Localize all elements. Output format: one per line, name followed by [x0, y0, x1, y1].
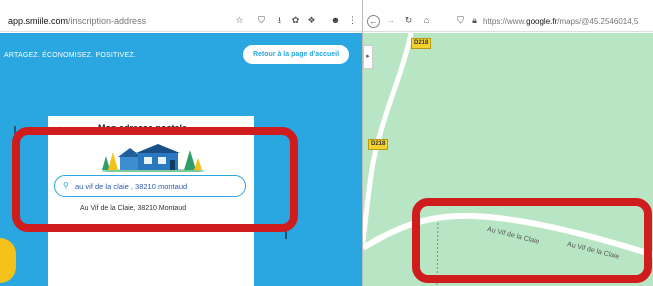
- menu-icon[interactable]: ⋮: [347, 15, 358, 26]
- account-icon[interactable]: ☻: [330, 15, 341, 26]
- url-host: app.smiile.com: [8, 16, 69, 26]
- url-host: google.fr: [526, 17, 558, 26]
- home-button[interactable]: Retour à la page d'accueil: [243, 45, 349, 64]
- star-icon[interactable]: ☆: [234, 15, 245, 26]
- back-icon[interactable]: ←: [367, 15, 380, 28]
- download-icon[interactable]: ⭳: [274, 15, 285, 26]
- route-badge: D218: [411, 38, 432, 49]
- url-path: /maps/@45.2546014,5: [557, 17, 639, 26]
- extension-icon[interactable]: ❖: [306, 15, 317, 26]
- collapse-panel-button[interactable]: ▸: [363, 45, 373, 69]
- highlight-box: [12, 127, 298, 232]
- url-text[interactable]: https://www.google.fr/maps/@45.2546014,5: [483, 17, 638, 26]
- lock-icon: 🔒︎: [472, 15, 477, 25]
- shield-icon[interactable]: ⛉: [455, 15, 466, 26]
- url-path: /inscription-address: [68, 16, 147, 26]
- url-text[interactable]: app.smiile.com/inscription-address: [8, 16, 146, 26]
- shield-icon[interactable]: ⛉: [256, 15, 267, 26]
- browser-toolbar: ← → ↻ ⌂ ⛉ 🔒︎ https://www.google.fr/maps/…: [363, 12, 653, 32]
- decorative-blob: [0, 238, 16, 283]
- url-prefix: https://www.: [483, 17, 527, 26]
- tagline: ARTAGEZ. ÉCONOMISEZ. POSITIVEZ.: [4, 52, 136, 59]
- route-badge: D218: [368, 139, 389, 150]
- reload-icon[interactable]: ↻: [403, 15, 414, 26]
- address-bar[interactable]: app.smiile.com/inscription-address ☆ ⛉ ⭳…: [0, 12, 362, 32]
- extension-icon[interactable]: ✿: [290, 15, 301, 26]
- forward-icon[interactable]: →: [385, 15, 396, 26]
- highlight-box: [412, 198, 652, 283]
- home-icon[interactable]: ⌂: [421, 15, 432, 26]
